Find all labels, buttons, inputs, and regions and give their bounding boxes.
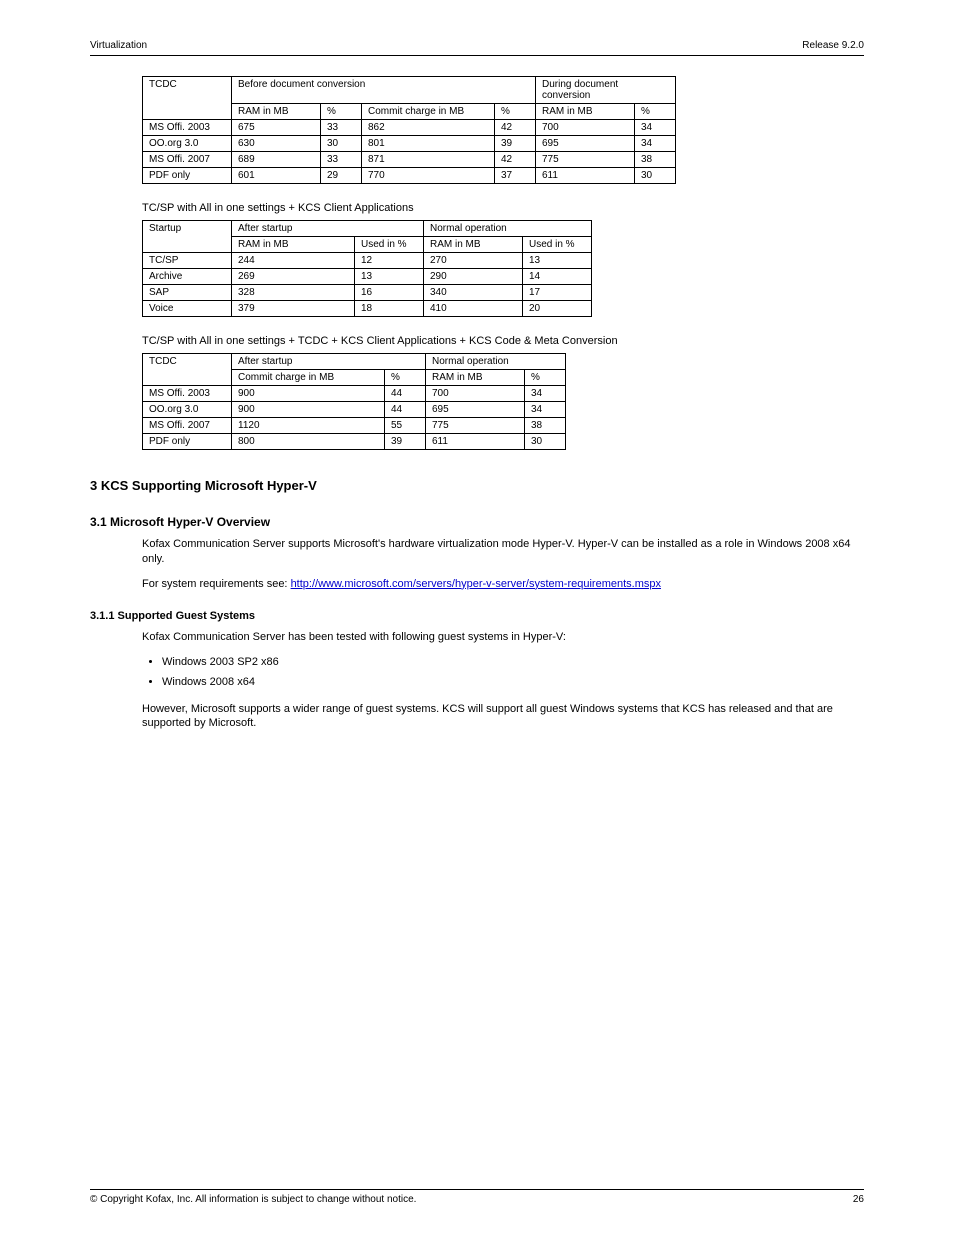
- t3-head-after: After startup: [232, 354, 426, 370]
- t3-sub-pct2: %: [525, 370, 566, 386]
- t2-sub-ram: RAM in MB: [232, 237, 355, 253]
- sysreq-link[interactable]: http://www.microsoft.com/servers/hyper-v…: [291, 578, 661, 590]
- footer-copyright: © Copyright Kofax, Inc. All information …: [90, 1194, 416, 1205]
- table-row: MS Offi. 2007 1120 55 775 38: [143, 418, 566, 434]
- t3-sub-pct1: %: [385, 370, 426, 386]
- paragraph-sysreq: For system requirements see: http://www.…: [142, 577, 864, 592]
- t2-head-startup: Startup: [143, 221, 232, 253]
- table-tcdc-startup: TCDC After startup Normal operation Comm…: [142, 353, 566, 450]
- t3-sub-commit: Commit charge in MB: [232, 370, 385, 386]
- table-row: MS Offi. 2007 689 33 871 42 775 38: [143, 152, 676, 168]
- paragraph-overview: Kofax Communication Server supports Micr…: [142, 537, 864, 567]
- table-tcdc-conversion: TCDC Before document conversion During d…: [142, 76, 676, 184]
- heading-3: 3 KCS Supporting Microsoft Hyper-V: [90, 478, 864, 493]
- table-row: OO.org 3.0 630 30 801 39 695 34: [143, 136, 676, 152]
- t3-head-normal: Normal operation: [426, 354, 566, 370]
- t1-sub-pct2: %: [495, 104, 536, 120]
- t2-sub-ram2: RAM in MB: [424, 237, 523, 253]
- t1-sub-ram2: RAM in MB: [536, 104, 635, 120]
- table-startup: Startup After startup Normal operation R…: [142, 220, 592, 317]
- table-row: MS Offi. 2003 675 33 862 42 700 34: [143, 120, 676, 136]
- table-row: OO.org 3.0 900 44 695 34: [143, 402, 566, 418]
- t2-head-normal: Normal operation: [424, 221, 592, 237]
- t1-sub-ram: RAM in MB: [232, 104, 321, 120]
- paragraph-tested: Kofax Communication Server has been test…: [142, 630, 864, 645]
- table3-caption: TC/SP with All in one settings + TCDC + …: [142, 335, 864, 347]
- table2-caption: TC/SP with All in one settings + KCS Cli…: [142, 202, 864, 214]
- table-row: MS Offi. 2003 900 44 700 34: [143, 386, 566, 402]
- t1-head-before: Before document conversion: [232, 77, 536, 104]
- table-row: TC/SP 244 12 270 13: [143, 253, 592, 269]
- t3-head-tcdc: TCDC: [143, 354, 232, 386]
- t1-head-during: During document conversion: [536, 77, 676, 104]
- t1-sub-commit: Commit charge in MB: [362, 104, 495, 120]
- table-row: SAP 328 16 340 17: [143, 285, 592, 301]
- heading-3-1-1: 3.1.1 Supported Guest Systems: [90, 610, 864, 622]
- t2-sub-used2: Used in %: [523, 237, 592, 253]
- header-left: Virtualization: [90, 40, 147, 51]
- t1-sub-pct1: %: [321, 104, 362, 120]
- paragraph-support: However, Microsoft supports a wider rang…: [142, 702, 864, 732]
- table-row: Archive 269 13 290 14: [143, 269, 592, 285]
- list-item: Windows 2008 x64: [162, 674, 864, 692]
- t2-head-after: After startup: [232, 221, 424, 237]
- table-row: PDF only 800 39 611 30: [143, 434, 566, 450]
- table-row: Voice 379 18 410 20: [143, 301, 592, 317]
- table-row: PDF only 601 29 770 37 611 30: [143, 168, 676, 184]
- t1-head-tcdc: TCDC: [143, 77, 232, 120]
- t3-sub-ram: RAM in MB: [426, 370, 525, 386]
- header-right: Release 9.2.0: [802, 40, 864, 51]
- list-item: Windows 2003 SP2 x86: [162, 654, 864, 672]
- guest-systems-list: Windows 2003 SP2 x86 Windows 2008 x64: [162, 654, 864, 691]
- header-divider: [90, 55, 864, 56]
- footer-page-number: 26: [853, 1194, 864, 1205]
- sysreq-prefix: For system requirements see:: [142, 578, 291, 590]
- heading-3-1: 3.1 Microsoft Hyper-V Overview: [90, 515, 864, 529]
- t1-sub-pct3: %: [635, 104, 676, 120]
- t2-sub-used1: Used in %: [355, 237, 424, 253]
